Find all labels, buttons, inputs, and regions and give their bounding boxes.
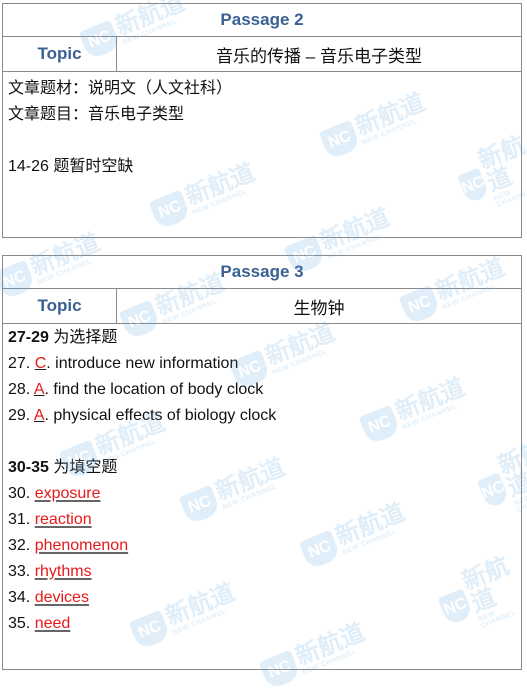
mc-label: 为选择题 <box>48 329 118 346</box>
passage-2-title: Passage 2 <box>3 4 521 37</box>
passage-3-topic-row: Topic 生物钟 <box>3 289 521 324</box>
mc-range: 27-29 <box>8 329 49 346</box>
passage-3-body: 27-29 为选择题 27. C. introduce new informat… <box>3 324 521 641</box>
topic-label: Topic <box>3 37 117 71</box>
question-number: 35. <box>8 615 35 632</box>
topic-value: 生物钟 <box>293 298 345 318</box>
passage-2-body: 文章题材：说明文（人文社科） 文章题目：音乐电子类型 14-26 题暂时空缺 <box>3 72 521 184</box>
title-line: 文章题目：音乐电子类型 <box>8 106 185 123</box>
answer-word: rhythms <box>34 563 92 580</box>
question-number: 31. <box>8 511 35 528</box>
question-number: 29. <box>8 407 34 424</box>
fill-in-header: 30-35 为填空题 <box>8 455 516 481</box>
answer-word: need <box>34 615 71 632</box>
answer-letter: A <box>33 381 45 398</box>
answer-letter: A <box>33 407 45 424</box>
topic-value: 音乐的传播 – 音乐电子类型 <box>216 46 422 66</box>
question-number: 32. <box>8 537 35 554</box>
passage-2-topic-row: Topic 音乐的传播 – 音乐电子类型 <box>3 37 521 72</box>
fill-answer-34: 34. devices <box>8 585 516 611</box>
answer-text: . physical effects of biology clock <box>44 407 277 424</box>
answer-word: reaction <box>34 511 92 528</box>
question-number: 28. <box>8 381 34 398</box>
fill-answer-35: 35. need <box>8 611 516 637</box>
answer-word: exposure <box>34 485 101 502</box>
genre-line: 文章题材：说明文（人文社科） <box>8 80 233 97</box>
answer-text: . introduce new information <box>46 355 239 372</box>
fill-answer-32: 32. phenomenon <box>8 533 516 559</box>
fill-range: 30-35 <box>8 459 49 476</box>
question-number: 27. <box>8 355 35 372</box>
mc-answer-28: 28. A. find the location of body clock <box>8 377 516 403</box>
question-number: 34. <box>8 589 35 606</box>
mc-answer-27: 27. C. introduce new information <box>8 351 516 377</box>
fill-answer-31: 31. reaction <box>8 507 516 533</box>
answer-text: . find the location of body clock <box>44 381 264 398</box>
question-number: 30. <box>8 485 35 502</box>
fill-label: 为填空题 <box>48 459 118 476</box>
answer-word: devices <box>34 589 89 606</box>
answer-word: phenomenon <box>34 537 129 554</box>
fill-answer-30: 30. exposure <box>8 481 516 507</box>
multiple-choice-header: 27-29 为选择题 <box>8 325 516 351</box>
missing-questions-note: 14-26 题暂时空缺 <box>8 158 134 175</box>
answer-letter: C <box>34 355 47 372</box>
fill-answer-33: 33. rhythms <box>8 559 516 585</box>
question-number: 33. <box>8 563 35 580</box>
passage-3-title: Passage 3 <box>3 256 521 289</box>
mc-answer-29: 29. A. physical effects of biology clock <box>8 403 516 429</box>
passage-3-table: Passage 3 Topic 生物钟 27-29 为选择题 27. C. in… <box>2 255 522 670</box>
passage-2-table: Passage 2 Topic 音乐的传播 – 音乐电子类型 文章题材：说明文（… <box>2 3 522 238</box>
topic-label: Topic <box>3 289 117 323</box>
